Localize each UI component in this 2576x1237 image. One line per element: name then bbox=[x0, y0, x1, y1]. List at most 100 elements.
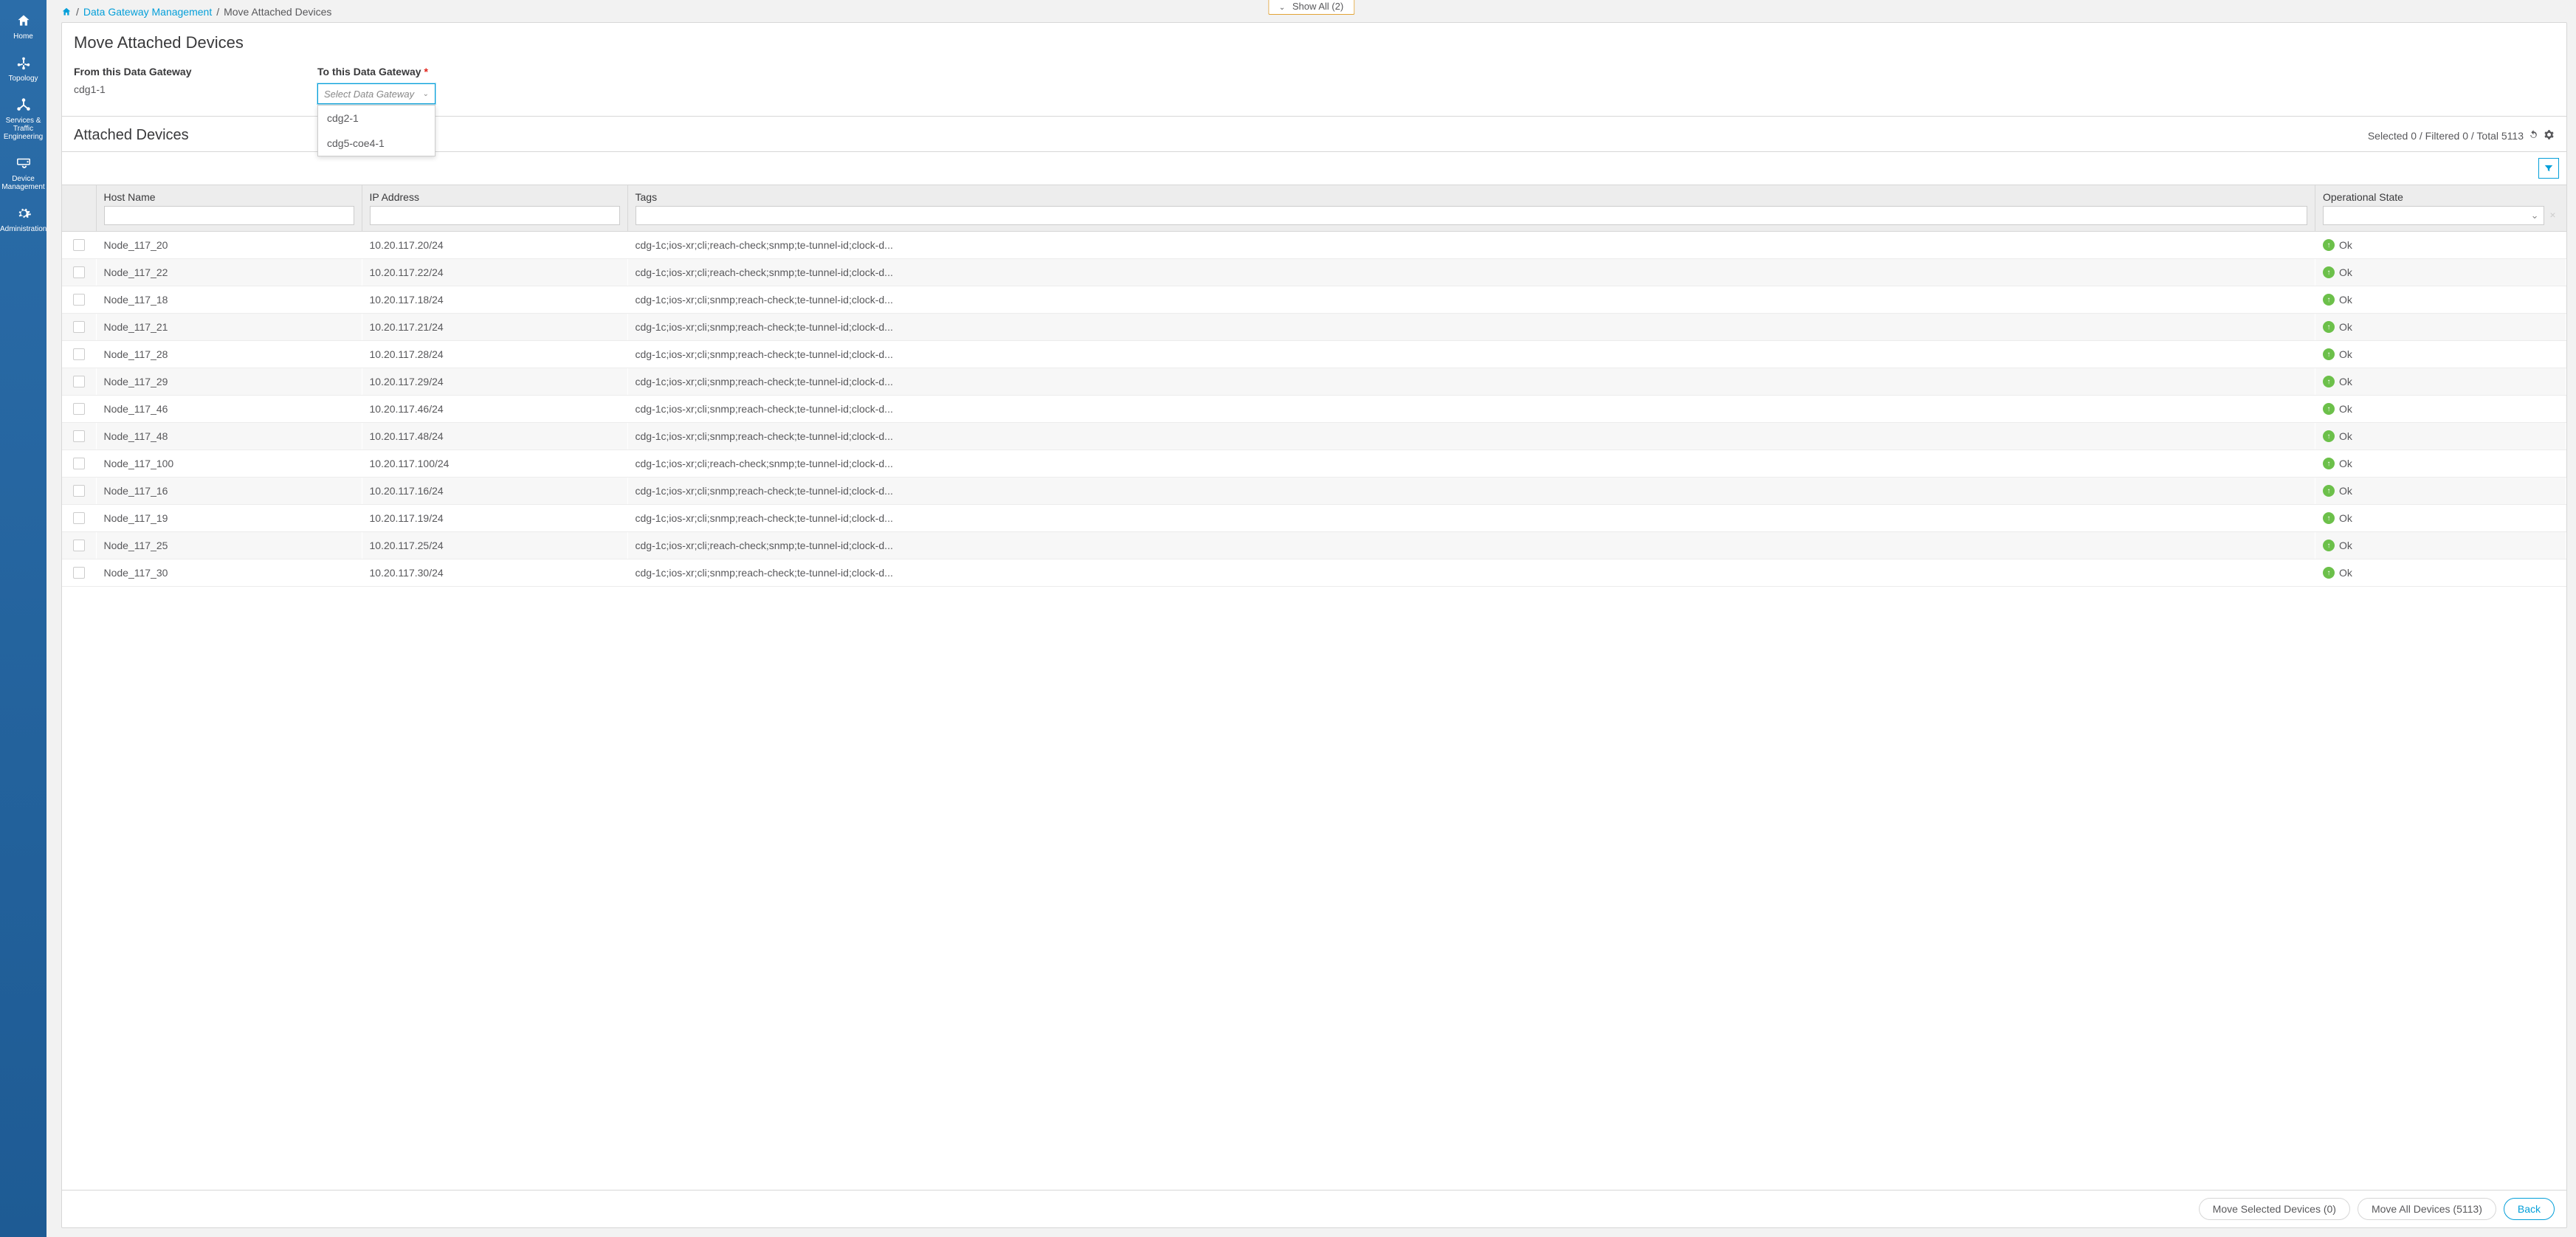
row-checkbox[interactable] bbox=[73, 567, 85, 579]
status-up-icon: ↑ bbox=[2323, 321, 2335, 333]
clear-filter-icon[interactable]: × bbox=[2547, 210, 2559, 221]
row-checkbox[interactable] bbox=[73, 512, 85, 524]
cell-ip: 10.20.117.48/24 bbox=[362, 423, 627, 450]
devices-table: Host Name IP Address Tags Operation bbox=[62, 185, 2566, 587]
nav-topology[interactable]: Topology bbox=[0, 48, 47, 90]
cell-ip: 10.20.117.16/24 bbox=[362, 478, 627, 505]
dropdown-option[interactable]: cdg5-coe4-1 bbox=[318, 131, 435, 156]
nav-services[interactable]: Services & Traffic Engineering bbox=[0, 90, 47, 148]
cell-op: ↑Ok bbox=[2315, 368, 2566, 396]
to-gateway-select[interactable]: Select Data Gateway ⌄ bbox=[317, 83, 435, 104]
row-checkbox[interactable] bbox=[73, 458, 85, 469]
nav-device-management[interactable]: Device Management bbox=[0, 148, 47, 199]
table-row: Node_117_2010.20.117.20/24cdg-1c;ios-xr;… bbox=[62, 232, 2566, 259]
col-ip-header[interactable]: IP Address bbox=[362, 185, 627, 206]
services-icon bbox=[0, 96, 47, 114]
status-up-icon: ↑ bbox=[2323, 512, 2335, 524]
breadcrumb-home-icon[interactable] bbox=[61, 7, 72, 17]
row-checkbox[interactable] bbox=[73, 348, 85, 360]
cell-ip: 10.20.117.18/24 bbox=[362, 286, 627, 314]
move-selected-button[interactable]: Move Selected Devices (0) bbox=[2199, 1198, 2350, 1220]
cell-ip: 10.20.117.20/24 bbox=[362, 232, 627, 259]
chevron-down-icon: ⌄ bbox=[423, 90, 429, 98]
cell-tags: cdg-1c;ios-xr;cli;snmp;reach-check;te-tu… bbox=[627, 559, 2315, 587]
col-op-header[interactable]: Operational State bbox=[2315, 185, 2566, 206]
table-row: Node_117_2810.20.117.28/24cdg-1c;ios-xr;… bbox=[62, 341, 2566, 368]
cell-tags: cdg-1c;ios-xr;cli;snmp;reach-check;te-tu… bbox=[627, 286, 2315, 314]
cell-op: ↑Ok bbox=[2315, 505, 2566, 532]
move-all-button[interactable]: Move All Devices (5113) bbox=[2358, 1198, 2496, 1220]
cell-ip: 10.20.117.100/24 bbox=[362, 450, 627, 478]
cell-op: ↑Ok bbox=[2315, 286, 2566, 314]
nav-admin-label: Administration bbox=[0, 225, 47, 233]
cell-tags: cdg-1c;ios-xr;cli;snmp;reach-check;te-tu… bbox=[627, 341, 2315, 368]
col-tags-header[interactable]: Tags bbox=[628, 185, 2315, 206]
page-title: Move Attached Devices bbox=[74, 33, 2555, 52]
row-checkbox[interactable] bbox=[73, 294, 85, 306]
status-up-icon: ↑ bbox=[2323, 239, 2335, 251]
row-checkbox[interactable] bbox=[73, 239, 85, 251]
main-panel: Move Attached Devices From this Data Gat… bbox=[61, 22, 2567, 1228]
sidebar: Home Topology Services & Traffic Enginee… bbox=[0, 0, 47, 1237]
cell-op: ↑Ok bbox=[2315, 532, 2566, 559]
cell-host: Node_117_25 bbox=[96, 532, 362, 559]
row-checkbox[interactable] bbox=[73, 321, 85, 333]
nav-home[interactable]: Home bbox=[0, 6, 47, 48]
breadcrumb-link-dgm[interactable]: Data Gateway Management bbox=[83, 6, 212, 18]
filter-tags-input[interactable] bbox=[636, 206, 2308, 225]
selection-stats: Selected 0 / Filtered 0 / Total 5113 bbox=[2368, 130, 2524, 142]
row-checkbox[interactable] bbox=[73, 376, 85, 387]
settings-icon[interactable] bbox=[2544, 129, 2555, 142]
table-row: Node_117_3010.20.117.30/24cdg-1c;ios-xr;… bbox=[62, 559, 2566, 587]
row-checkbox[interactable] bbox=[73, 403, 85, 415]
status-up-icon: ↑ bbox=[2323, 540, 2335, 551]
row-checkbox[interactable] bbox=[73, 430, 85, 442]
col-host-header[interactable]: Host Name bbox=[97, 185, 362, 206]
table-row: Node_117_4610.20.117.46/24cdg-1c;ios-xr;… bbox=[62, 396, 2566, 423]
filter-ip-input[interactable] bbox=[370, 206, 620, 225]
cell-ip: 10.20.117.19/24 bbox=[362, 505, 627, 532]
cell-host: Node_117_46 bbox=[96, 396, 362, 423]
cell-host: Node_117_100 bbox=[96, 450, 362, 478]
gear-icon bbox=[0, 204, 47, 222]
cell-ip: 10.20.117.28/24 bbox=[362, 341, 627, 368]
from-gateway-label: From this Data Gateway bbox=[74, 66, 273, 77]
cell-tags: cdg-1c;ios-xr;cli;reach-check;snmp;te-tu… bbox=[627, 532, 2315, 559]
to-gateway-label: To this Data Gateway * bbox=[317, 66, 517, 77]
table-row: Node_117_1810.20.117.18/24cdg-1c;ios-xr;… bbox=[62, 286, 2566, 314]
filter-host-input[interactable] bbox=[104, 206, 354, 225]
cell-ip: 10.20.117.30/24 bbox=[362, 559, 627, 587]
cell-op: ↑Ok bbox=[2315, 259, 2566, 286]
cell-host: Node_117_16 bbox=[96, 478, 362, 505]
refresh-icon[interactable] bbox=[2528, 129, 2539, 142]
filter-op-select[interactable]: ⌄ bbox=[2323, 206, 2544, 225]
cell-host: Node_117_29 bbox=[96, 368, 362, 396]
nav-topology-label: Topology bbox=[8, 75, 38, 83]
cell-tags: cdg-1c;ios-xr;cli;reach-check;snmp;te-tu… bbox=[627, 232, 2315, 259]
cell-tags: cdg-1c;ios-xr;cli;snmp;reach-check;te-tu… bbox=[627, 368, 2315, 396]
breadcrumb-sep: / bbox=[216, 6, 219, 18]
row-checkbox[interactable] bbox=[73, 485, 85, 497]
filter-button[interactable] bbox=[2538, 158, 2559, 179]
cell-tags: cdg-1c;ios-xr;cli;snmp;reach-check;te-tu… bbox=[627, 478, 2315, 505]
table-row: Node_117_10010.20.117.100/24cdg-1c;ios-x… bbox=[62, 450, 2566, 478]
status-up-icon: ↑ bbox=[2323, 485, 2335, 497]
topology-icon bbox=[0, 54, 47, 72]
cell-ip: 10.20.117.46/24 bbox=[362, 396, 627, 423]
status-up-icon: ↑ bbox=[2323, 403, 2335, 415]
row-checkbox[interactable] bbox=[73, 266, 85, 278]
nav-administration[interactable]: Administration bbox=[0, 199, 47, 241]
cell-op: ↑Ok bbox=[2315, 478, 2566, 505]
row-checkbox[interactable] bbox=[73, 540, 85, 551]
cell-ip: 10.20.117.22/24 bbox=[362, 259, 627, 286]
breadcrumb-sep: / bbox=[76, 6, 79, 18]
show-all-toggle[interactable]: ⌄ Show All (2) bbox=[1268, 0, 1354, 15]
cell-host: Node_117_28 bbox=[96, 341, 362, 368]
cell-op: ↑Ok bbox=[2315, 314, 2566, 341]
table-row: Node_117_1910.20.117.19/24cdg-1c;ios-xr;… bbox=[62, 505, 2566, 532]
dropdown-option[interactable]: cdg2-1 bbox=[318, 106, 435, 131]
cell-op: ↑Ok bbox=[2315, 341, 2566, 368]
to-gateway-label-text: To this Data Gateway bbox=[317, 66, 421, 77]
cell-host: Node_117_21 bbox=[96, 314, 362, 341]
back-button[interactable]: Back bbox=[2504, 1198, 2555, 1220]
